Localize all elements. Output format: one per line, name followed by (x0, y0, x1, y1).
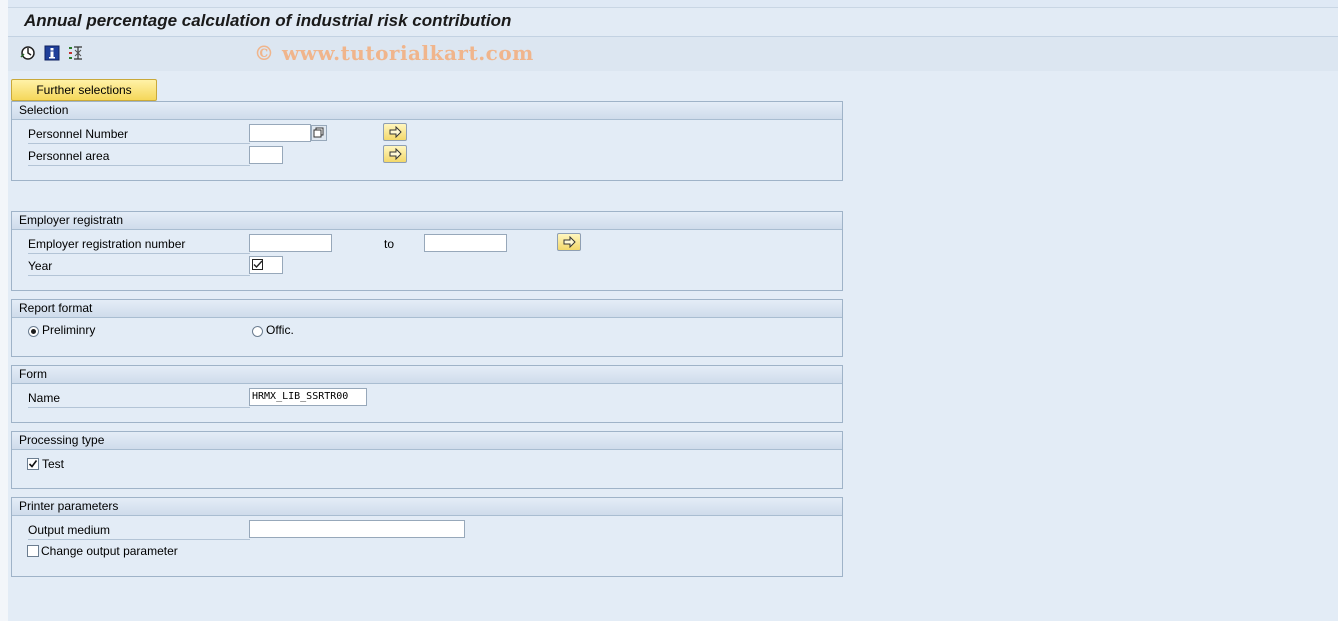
arrow-right-icon (389, 148, 402, 160)
personnel-number-label: Personnel Number (28, 124, 250, 144)
output-medium-input[interactable] (249, 520, 465, 538)
group-processing-type: Processing type Test (11, 431, 843, 489)
selection-options-icon[interactable] (68, 45, 84, 61)
group-report-format: Report format Preliminry Offic. (11, 299, 843, 357)
group-printer-title: Printer parameters (12, 498, 842, 516)
radio-preliminary[interactable] (28, 326, 39, 337)
info-icon[interactable] (44, 45, 60, 61)
radio-official-label: Offic. (266, 323, 294, 337)
personnel-number-arrow-button[interactable] (383, 123, 407, 141)
multiple-selection-icon (313, 127, 324, 138)
radio-official[interactable] (252, 326, 263, 337)
personnel-area-arrow-button[interactable] (383, 145, 407, 163)
group-processing-title: Processing type (12, 432, 842, 450)
multiple-selection-button[interactable] (311, 125, 327, 141)
employer-registration-from-input[interactable] (249, 234, 332, 252)
output-medium-label: Output medium (28, 520, 250, 540)
group-form-title: Form (12, 366, 842, 384)
form-name-label: Name (28, 388, 250, 408)
personnel-area-label: Personnel area (28, 146, 250, 166)
group-selection-title: Selection (12, 102, 842, 120)
group-report-format-title: Report format (12, 300, 842, 318)
form-name-input[interactable]: HRMX_LIB_SSRTR00 (249, 388, 367, 406)
sap-window: Annual percentage calculation of industr… (0, 0, 1338, 621)
group-employer-title: Employer registratn (12, 212, 842, 230)
watermark: © www.tutorialkart.com (254, 41, 534, 65)
change-output-checkbox[interactable] (27, 545, 39, 557)
application-toolbar: © www.tutorialkart.com (8, 36, 1338, 72)
year-input[interactable] (249, 256, 283, 274)
left-strip (0, 0, 8, 621)
arrow-right-icon (389, 126, 402, 138)
further-selections-button[interactable]: Further selections (11, 79, 157, 101)
group-employer-registration: Employer registratn Employer registratio… (11, 211, 843, 291)
arrow-right-icon (563, 236, 576, 248)
group-form: Form Name HRMX_LIB_SSRTR00 (11, 365, 843, 423)
checkmark-icon (28, 460, 38, 468)
execute-icon[interactable] (20, 45, 36, 61)
group-printer-parameters: Printer parameters Output medium Change … (11, 497, 843, 577)
test-checkbox-label: Test (42, 457, 65, 471)
radio-preliminary-label: Preliminry (42, 323, 96, 337)
to-label: to (384, 237, 395, 251)
year-label: Year (28, 256, 250, 276)
required-field-check-icon (252, 259, 263, 270)
employer-registration-arrow-button[interactable] (557, 233, 581, 251)
title-bar: Annual percentage calculation of industr… (8, 7, 1338, 36)
personnel-number-input[interactable] (249, 124, 311, 142)
group-selection: Selection Personnel Number Personnel are… (11, 101, 843, 181)
personnel-area-input[interactable] (249, 146, 283, 164)
change-output-label: Change output parameter (41, 544, 178, 558)
page-title: Annual percentage calculation of industr… (24, 11, 512, 30)
test-checkbox[interactable] (27, 458, 39, 470)
employer-registration-number-label: Employer registration number (28, 234, 250, 254)
employer-registration-to-input[interactable] (424, 234, 507, 252)
